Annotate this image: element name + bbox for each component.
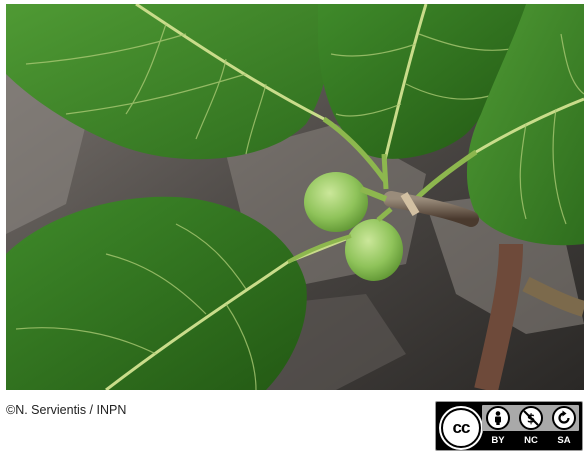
license-term-label: SA	[557, 435, 571, 446]
nc-dollar-icon: $	[519, 406, 543, 430]
by-person-icon	[486, 406, 510, 430]
photo-illustration	[6, 4, 584, 390]
photo-credit: ©N. Servientis / INPN	[6, 403, 127, 417]
cc-logo-icon: cc	[441, 408, 481, 448]
license-term-label: NC	[524, 435, 538, 446]
photo	[6, 4, 584, 390]
license-term-label: BY	[491, 435, 505, 446]
green-fig	[345, 219, 403, 281]
green-fig	[304, 172, 368, 232]
cc-license-badge[interactable]: cc $ BY NC SA	[435, 401, 583, 451]
stem	[381, 153, 389, 190]
leaf-bottom-left	[6, 196, 307, 390]
sa-share-icon	[552, 406, 576, 430]
